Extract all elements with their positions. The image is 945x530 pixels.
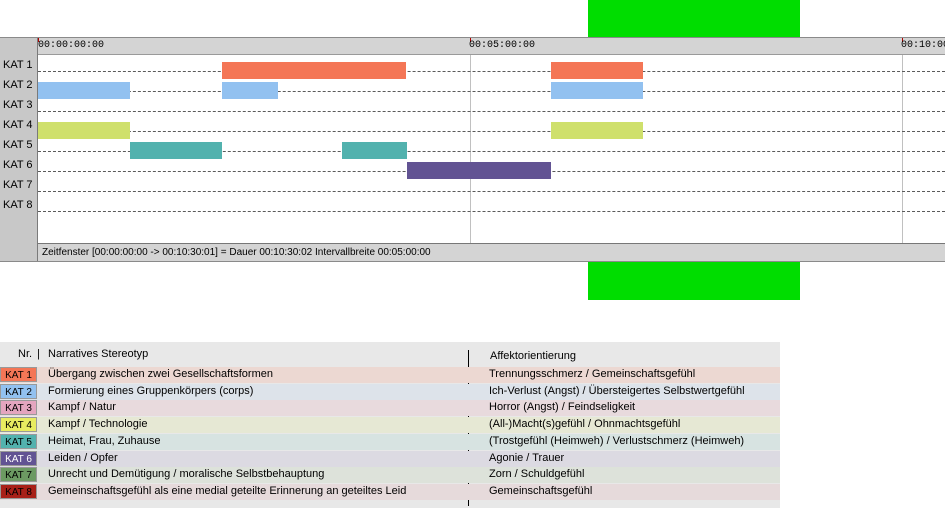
segment-kat-1-1[interactable] xyxy=(222,62,406,79)
lane-line-7 xyxy=(38,191,945,192)
legend-row: KAT 6 Leiden / Opfer Agonie / Trauer xyxy=(0,450,780,467)
legend-row: KAT 1 Übergang zwischen zwei Gesellschaft… xyxy=(0,367,780,383)
affekt-text: Agonie / Trauer xyxy=(489,451,565,464)
row-label-kat-1: KAT 1 xyxy=(3,59,33,71)
stereotype-text: Kampf / Technologie xyxy=(48,418,148,431)
tick-label-0: 00:00:00:00 xyxy=(38,40,105,51)
stereotype-text: Übergang zwischen zwei Gesellschaftsform… xyxy=(48,368,273,380)
legend-row: KAT 2 Formierung eines Gruppenkörpers (co… xyxy=(0,383,780,400)
stereotype-text: Unrecht und Demütigung / moralische Selb… xyxy=(48,468,325,481)
category-badge: KAT 5 xyxy=(0,433,37,449)
stereotype-text: Kampf / Natur xyxy=(48,401,116,414)
affekt-text: (All-)Macht(s)gefühl / Ohnmachtsgefühl xyxy=(489,418,681,431)
timeline-panel[interactable]: KAT 1 KAT 2 KAT 3 KAT 4 KAT 5 KAT 6 KAT 7 KAT 8… xyxy=(0,37,945,262)
legend-header-stereotype: Narratives Stereotyp xyxy=(48,348,149,360)
category-badge: KAT 7 xyxy=(0,467,37,483)
affekt-text: Horror (Angst) / Feindseligkeit xyxy=(489,401,636,414)
lane-line-3 xyxy=(38,111,945,112)
row-label-kat-5: KAT 5 xyxy=(3,139,33,151)
lane-line-1 xyxy=(38,71,945,72)
row-label-kat-3: KAT 3 xyxy=(3,99,33,111)
segment-kat-5-1[interactable] xyxy=(130,142,222,159)
row-label-kat-2: KAT 2 xyxy=(3,79,33,91)
row-label-kat-4: KAT 4 xyxy=(3,119,33,131)
stereotype-text: Gemeinschaftsgefühl als eine medial gete… xyxy=(48,484,407,497)
affekt-text: (Trostgefühl (Heimweh) / Verlustschmerz … xyxy=(489,434,745,447)
tick-label-1: 00:05:00:00 xyxy=(469,40,536,51)
lane-line-4 xyxy=(38,131,945,132)
row-label-kat-8: KAT 8 xyxy=(3,199,33,211)
status-bar: Zeitfenster [00:00:00:00 -> 00:10:30:01]… xyxy=(37,243,945,261)
legend-row: KAT 3 Kampf / Natur Horror (Angst) / Feind… xyxy=(0,400,780,417)
stereotype-text: Heimat, Frau, Zuhause xyxy=(48,434,161,447)
tick-label-2: 00:10:00: xyxy=(901,40,945,51)
legend-header-pipe: | xyxy=(37,348,40,360)
time-ruler[interactable]: 00:00:00:00 00:05:00:00 00:10:00: xyxy=(38,38,945,55)
row-label-kat-7: KAT 7 xyxy=(3,179,33,191)
lane-line-2 xyxy=(38,91,945,92)
stereotype-text: Leiden / Opfer xyxy=(48,451,118,464)
legend-table: Nr. | Narratives Stereotyp Affektorienti… xyxy=(0,342,780,508)
segment-kat-1-2[interactable] xyxy=(551,62,643,79)
legend-header-affekt: Affektorientierung xyxy=(490,350,577,362)
segment-kat-2-3[interactable] xyxy=(551,82,643,99)
legend-row: KAT 8 Gemeinschaftsgefühl als eine medial… xyxy=(0,483,780,500)
segment-kat-6-1[interactable] xyxy=(407,162,551,179)
legend-row: KAT 7 Unrecht und Demütigung / moralische… xyxy=(0,467,780,484)
affekt-text: Ich-Verlust (Angst) / Übersteigertes Sel… xyxy=(489,384,745,397)
category-badge: KAT 6 xyxy=(0,450,37,466)
category-badge: KAT 1 xyxy=(0,367,37,382)
legend-row: KAT 5 Heimat, Frau, Zuhause (Trostgefühl (… xyxy=(0,433,780,450)
segment-kat-5-2[interactable] xyxy=(342,142,407,159)
category-badge: KAT 3 xyxy=(0,400,37,416)
legend-header-nr: Nr. xyxy=(18,348,33,360)
green-marker-top xyxy=(588,0,800,37)
segment-kat-4-2[interactable] xyxy=(551,122,643,139)
segment-kat-2-1[interactable] xyxy=(38,82,130,99)
affekt-text: Gemeinschaftsgefühl xyxy=(489,484,593,497)
category-badge: KAT 8 xyxy=(0,483,37,499)
segment-kat-2-2[interactable] xyxy=(222,82,278,99)
timeline-plot[interactable]: 00:00:00:00 00:05:00:00 00:10:00: xyxy=(37,38,945,243)
row-label-kat-6: KAT 6 xyxy=(3,159,33,171)
stereotype-text: Formierung eines Gruppenkörpers (corps) xyxy=(48,384,254,397)
interval-gridline-2 xyxy=(902,55,903,243)
legend-row: KAT 4 Kampf / Technologie (All-)Macht(s)ge… xyxy=(0,417,780,434)
category-badge: KAT 2 xyxy=(0,383,37,399)
segment-kat-4-1[interactable] xyxy=(38,122,130,139)
affekt-text: Zorn / Schuldgefühl xyxy=(489,468,585,481)
green-marker-bottom xyxy=(588,262,800,300)
category-badge: KAT 4 xyxy=(0,417,37,433)
interval-gridline-1 xyxy=(470,55,471,243)
lane-line-8 xyxy=(38,211,945,212)
affekt-text: Trennungsschmerz / Gemeinschaftsgefühl xyxy=(489,368,696,380)
